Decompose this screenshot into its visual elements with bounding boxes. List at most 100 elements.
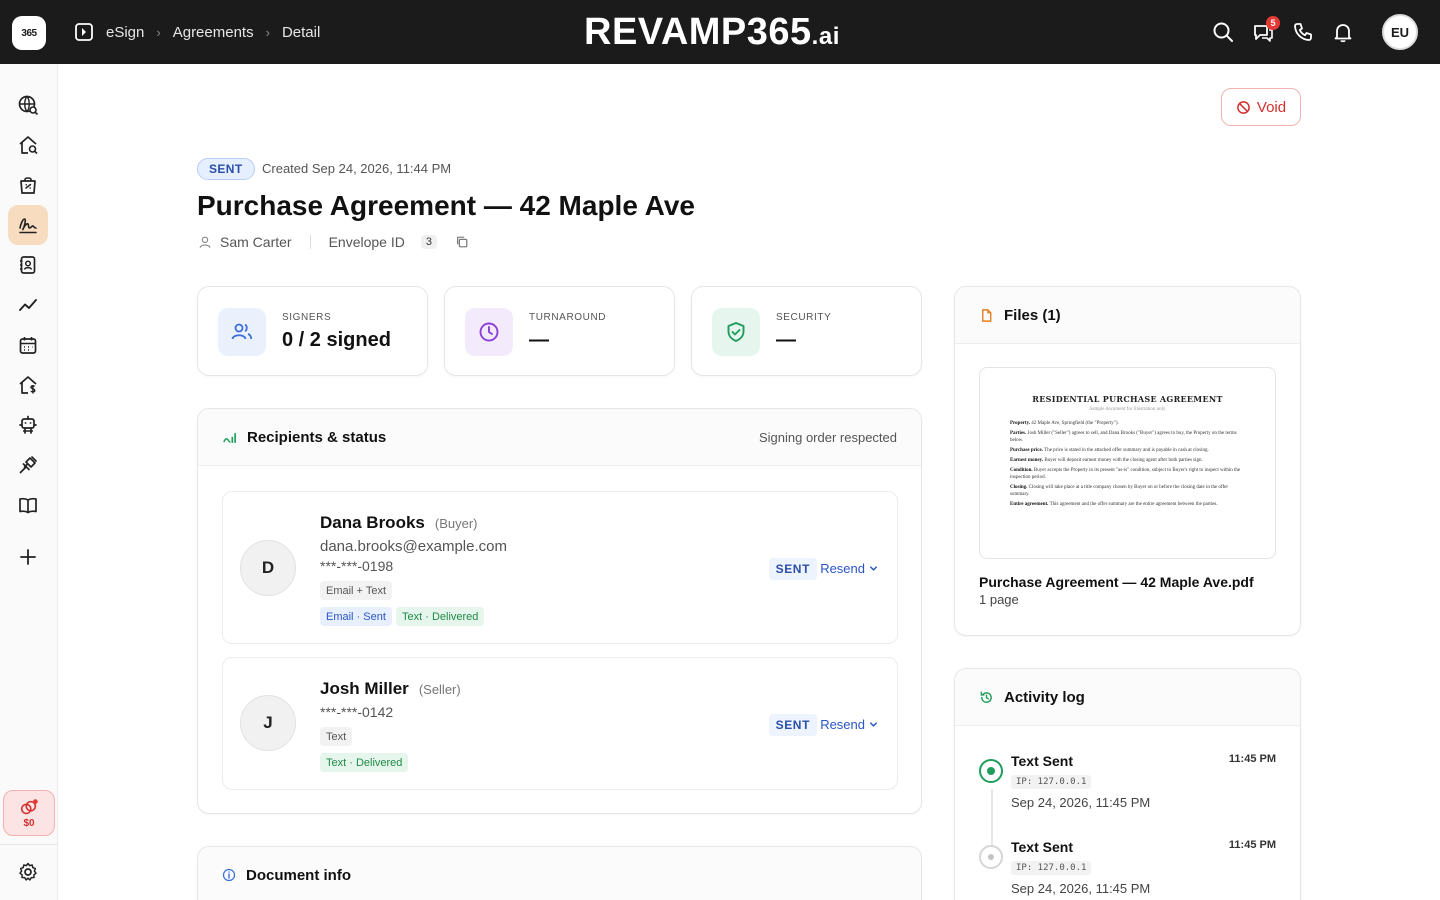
files-title: Files (1) [1004, 306, 1061, 324]
globe-search-icon [18, 95, 39, 116]
sidebar-item-explore[interactable] [8, 85, 48, 125]
history-icon [980, 691, 992, 703]
files-header: Files (1) [955, 287, 1300, 344]
breadcrumb: eSign › Agreements › Detail [74, 20, 320, 44]
bag-icon [20, 177, 36, 194]
recipient-phone: ***-***-0142 [320, 704, 394, 720]
resend-button[interactable]: Resend [820, 561, 879, 576]
chevron-down-icon [870, 722, 877, 727]
resend-button[interactable]: Resend [820, 717, 879, 732]
files-panel: Files (1) RESIDENTIAL PURCHASE AGREEMENT… [954, 286, 1301, 636]
activity-date: Sep 24, 2026, 11:45 PM [1011, 881, 1151, 896]
activity-ip: IP: 127.0.0.1 [1011, 775, 1092, 789]
search-icon[interactable] [1212, 21, 1234, 43]
sidebar-item-calendar[interactable] [8, 325, 48, 365]
sidebar-item-offers[interactable] [8, 165, 48, 205]
recipient-name-row: Dana Brooks (Buyer) [320, 513, 478, 533]
recipient-phone: ***-***-0198 [320, 558, 394, 574]
created-timestamp: Created Sep 24, 2026, 11:44 PM [262, 161, 452, 176]
sidebar: $0 [0, 64, 58, 900]
contacts-icon [20, 256, 36, 274]
doc-clause: Property. 42 Maple Ave, Springfield (the… [1010, 421, 1119, 426]
sidebar-toggle-icon[interactable] [74, 22, 94, 42]
stat-value: — [776, 329, 796, 351]
plus-icon [20, 549, 36, 565]
users-icon [231, 323, 253, 340]
sidebar-item-property-search[interactable] [8, 125, 48, 165]
void-button[interactable]: Void [1221, 88, 1301, 126]
doc-clause: Closing. Closing will take place at a ti… [1010, 485, 1229, 497]
brand-suffix: .ai [811, 23, 840, 50]
stat-label: SECURITY [776, 312, 832, 323]
sidebar-item-analytics[interactable] [8, 285, 48, 325]
recipient-avatar: J [240, 695, 296, 751]
sidebar-item-integrations[interactable] [8, 445, 48, 485]
doc-subheading: Sample document for illustration only [1089, 407, 1166, 412]
breadcrumb-separator-icon: › [156, 24, 161, 40]
app-logo[interactable]: 365 [12, 16, 46, 50]
signature-icon [19, 218, 37, 234]
activity-date: Sep 24, 2026, 11:45 PM [1011, 795, 1151, 810]
coins-icon [20, 798, 38, 814]
home-dollar-icon [19, 376, 37, 394]
recipient-name: Dana Brooks [320, 513, 425, 532]
doc-clause: Parties. Josh Miller ("Seller") agrees t… [1010, 431, 1237, 443]
user-avatar[interactable]: EU [1382, 14, 1418, 50]
doc-clause: Entire agreement. This agreement and the… [1010, 502, 1218, 507]
wallet-button[interactable]: $0 [3, 790, 55, 836]
calendar-icon [19, 337, 37, 354]
recipient-name: Josh Miller [320, 679, 409, 698]
resend-label: Resend [820, 717, 865, 732]
stat-value: — [529, 329, 549, 351]
doc-clause: Purchase price. The price is stated in t… [1010, 448, 1209, 453]
recipient-name-row: Josh Miller (Seller) [320, 679, 461, 699]
void-label: Void [1256, 98, 1287, 116]
activity-panel: Activity log Text Sent 11:45 PM IP: 127.… [954, 668, 1301, 900]
stat-label: TURNAROUND [529, 312, 607, 323]
sidebar-item-valuation[interactable] [8, 365, 48, 405]
file-name[interactable]: Purchase Agreement — 42 Maple Ave.pdf [979, 574, 1254, 590]
document-info-panel: Document info [197, 846, 922, 900]
brand-name: REVAMP365 [584, 11, 812, 53]
shield-check-icon [727, 322, 745, 342]
copy-icon[interactable] [455, 235, 469, 249]
activity-header: Activity log [955, 669, 1300, 726]
activity-ip: IP: 127.0.0.1 [1011, 861, 1092, 875]
brand-logo[interactable]: REVAMP365.ai [584, 12, 840, 57]
delivery-method-chip: Text [320, 727, 353, 746]
chart-line-icon [19, 299, 37, 311]
sidebar-item-guides[interactable] [8, 485, 48, 525]
recipient-avatar: D [240, 540, 296, 596]
sidebar-item-settings[interactable] [8, 852, 48, 892]
stat-icon-box [712, 308, 760, 356]
home-search-icon [19, 136, 38, 155]
breadcrumb-esign[interactable]: eSign [106, 24, 144, 41]
bell-icon[interactable] [1332, 21, 1354, 43]
wallet-amount: $0 [23, 817, 35, 829]
sidebar-item-assistant[interactable] [8, 405, 48, 445]
delivery-status-chip: Text · Delivered [396, 607, 485, 626]
phone-icon[interactable] [1292, 21, 1314, 43]
stat-card-security: SECURITY — [691, 286, 922, 376]
top-actions: 5 EU [1212, 14, 1418, 50]
recipient-status-badge: SENT [768, 558, 817, 580]
activity-title-text: Text Sent [1011, 753, 1073, 769]
sidebar-item-contacts[interactable] [8, 245, 48, 285]
plug-icon [19, 456, 37, 474]
doc-clause: Condition. Buyer accepts the Property in… [1010, 468, 1241, 480]
recipients-panel: Recipients & status Signing order respec… [197, 408, 922, 814]
info-icon [222, 868, 236, 882]
breadcrumb-agreements[interactable]: Agreements [173, 24, 254, 41]
book-icon [19, 497, 37, 514]
sidebar-item-add[interactable] [8, 537, 48, 577]
activity-time: 11:45 PM [1228, 753, 1276, 765]
user-icon [199, 236, 211, 248]
robot-icon [19, 415, 37, 434]
doc-heading: RESIDENTIAL PURCHASE AGREEMENT [1032, 394, 1223, 404]
chat-icon[interactable]: 5 [1252, 16, 1280, 43]
recipient-card: J Josh Miller (Seller) ***-***-0142 Text … [222, 657, 898, 790]
resend-label: Resend [820, 561, 865, 576]
file-preview[interactable]: RESIDENTIAL PURCHASE AGREEMENT Sample do… [979, 367, 1276, 559]
sidebar-item-esign[interactable] [8, 205, 48, 245]
delivery-status-chip: Text · Delivered [320, 753, 409, 772]
